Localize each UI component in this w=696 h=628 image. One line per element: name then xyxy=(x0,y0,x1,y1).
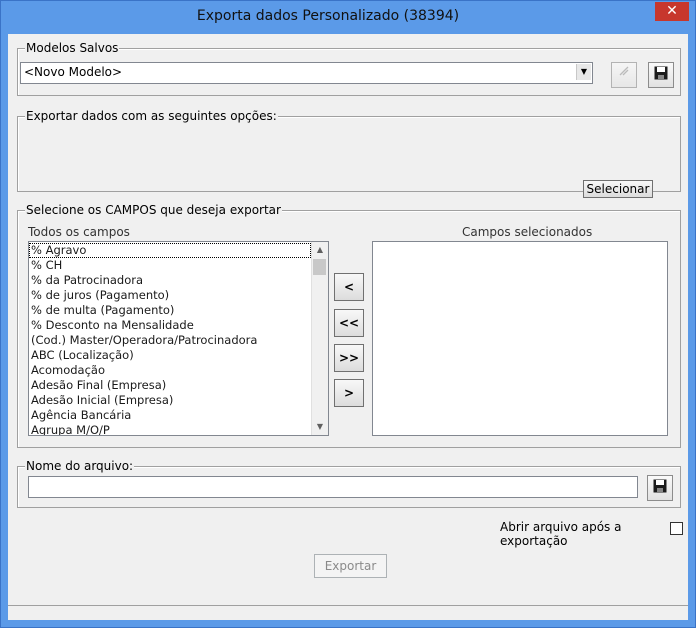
delete-model-button[interactable] xyxy=(611,62,637,88)
opcoes-group-label: Exportar dados com as seguintes opções: xyxy=(25,109,278,123)
list-item[interactable]: (Cod.) Master/Operadora/Patrocinadora xyxy=(29,333,311,348)
modelo-select[interactable]: <Novo Modelo> ▼ xyxy=(20,62,593,84)
scroll-thumb[interactable] xyxy=(313,259,326,275)
list-item[interactable]: Agência Bancária xyxy=(29,408,311,423)
modelo-select-value: <Novo Modelo> xyxy=(24,65,123,79)
arquivo-group: Nome do arquivo: xyxy=(17,459,681,508)
exportar-button[interactable]: Exportar xyxy=(314,554,387,578)
scroll-down-icon[interactable]: ▼ xyxy=(312,419,328,435)
opcoes-group: Exportar dados com as seguintes opções: … xyxy=(17,109,681,198)
list-item[interactable]: ABC (Localização) xyxy=(29,348,311,363)
selecionar-button[interactable]: Selecionar xyxy=(583,180,653,198)
filename-field[interactable] xyxy=(28,476,638,498)
title-bar[interactable]: Exporta dados Personalizado (38394) ✕ xyxy=(1,1,695,34)
window-title: Exporta dados Personalizado (38394) xyxy=(196,8,460,24)
list-item[interactable]: % de juros (Pagamento) xyxy=(29,288,311,303)
modelos-group: Modelos Salvos <Novo Modelo> ▼ xyxy=(17,41,681,96)
list-item[interactable]: Adesão Inicial (Empresa) xyxy=(29,393,311,408)
add-all-fields-button[interactable]: >> xyxy=(334,344,364,372)
dialog-window: Exporta dados Personalizado (38394) ✕ Mo… xyxy=(0,0,696,628)
abrir-arquivo-checkbox[interactable] xyxy=(670,522,683,535)
campos-group: Selecione os CAMPOS que deseja exportar … xyxy=(17,203,681,448)
list-item[interactable]: Acomodação xyxy=(29,363,311,378)
save-file-button[interactable] xyxy=(647,475,673,501)
list-item[interactable]: Adesão Final (Empresa) xyxy=(29,378,311,393)
list-item[interactable]: % Desconto na Mensalidade xyxy=(29,318,311,333)
arquivo-group-label: Nome do arquivo: xyxy=(25,459,135,473)
todos-campos-list[interactable]: % Agravo% CH% da Patrocinadora% de juros… xyxy=(28,241,329,436)
remove-all-fields-button[interactable]: << xyxy=(334,309,364,337)
todos-campos-label: Todos os campos xyxy=(28,225,130,239)
close-button[interactable]: ✕ xyxy=(655,2,689,21)
campos-group-label: Selecione os CAMPOS que deseja exportar xyxy=(25,203,282,217)
floppy-save-icon xyxy=(653,479,667,493)
list-item[interactable]: % Agravo xyxy=(29,243,311,258)
list-item[interactable]: % CH xyxy=(29,258,311,273)
chevron-down-icon[interactable]: ▼ xyxy=(576,64,591,80)
scroll-up-icon[interactable]: ▲ xyxy=(312,242,328,258)
list-item[interactable]: % da Patrocinadora xyxy=(29,273,311,288)
campos-selecionados-label: Campos selecionados xyxy=(462,225,593,239)
status-bar xyxy=(8,605,688,620)
remove-field-button[interactable]: < xyxy=(334,273,364,301)
floppy-save-icon xyxy=(654,66,668,80)
add-field-button[interactable]: > xyxy=(334,379,364,407)
list-item[interactable]: % de multa (Pagamento) xyxy=(29,303,311,318)
abrir-arquivo-label: Abrir arquivo após a exportação xyxy=(500,520,622,548)
campos-selecionados-list[interactable] xyxy=(372,241,668,436)
x-delete-icon xyxy=(619,66,629,76)
todos-campos-scrollbar[interactable]: ▲ ▼ xyxy=(311,242,328,435)
dialog-client-area: Modelos Salvos <Novo Modelo> ▼ Exportar … xyxy=(8,34,688,620)
save-model-button[interactable] xyxy=(648,62,674,88)
list-item[interactable]: Agrupa M/O/P xyxy=(29,423,311,435)
modelos-group-label: Modelos Salvos xyxy=(25,41,120,55)
